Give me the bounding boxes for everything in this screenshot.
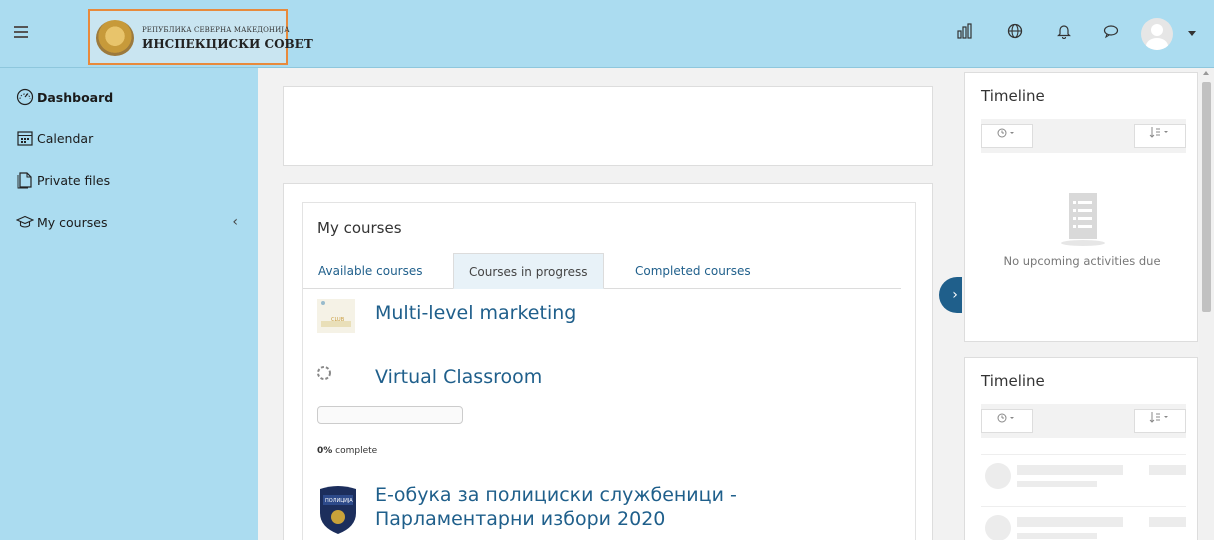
svg-text:ПОЛИЦИЈА: ПОЛИЦИЈА [325, 498, 353, 504]
dashboard-icon [16, 88, 34, 106]
empty-card [283, 86, 933, 166]
placeholder-line [1017, 465, 1123, 475]
graduation-cap-icon [15, 213, 35, 231]
course-link[interactable]: Virtual Classroom [375, 365, 542, 389]
scroll-up-icon[interactable] [1203, 71, 1209, 75]
placeholder-line [1017, 533, 1097, 539]
svg-text:CLUB: CLUB [331, 317, 345, 323]
placeholder-row [981, 506, 1186, 540]
site-logo[interactable]: РЕПУБЛИКА СЕВЕРНА МАКЕДОНИЈА ИНСПЕКЦИСКИ… [88, 9, 313, 65]
page-scrollbar[interactable] [1199, 68, 1214, 540]
progress-text: 0% complete [317, 446, 377, 456]
calendar-icon [16, 129, 34, 147]
sidebar-item-dashboard[interactable]: Dashboard [16, 85, 242, 109]
caret-down-icon[interactable] [1188, 31, 1196, 36]
tab-available-courses[interactable]: Available courses [303, 253, 438, 289]
clock-filter-button[interactable] [981, 409, 1033, 433]
sidebar-item-label: My courses [37, 214, 108, 230]
menu-icon[interactable] [14, 26, 28, 38]
placeholder-line [1017, 517, 1123, 527]
empty-list-icon [1051, 191, 1115, 247]
placeholder-row [981, 454, 1186, 494]
chevron-left-icon[interactable]: ‹ [232, 214, 238, 230]
placeholder-line [1149, 465, 1186, 475]
tab-completed-courses[interactable]: Completed courses [620, 253, 766, 289]
course-item: Virtual Classroom [317, 361, 897, 395]
user-avatar[interactable] [1141, 18, 1173, 50]
file-icon [16, 171, 34, 189]
sidebar-item-label: Private files [37, 172, 111, 188]
sort-button[interactable] [1134, 124, 1186, 148]
course-item: CLUB Multi-level marketing [317, 295, 897, 339]
progress-value: 0% [317, 446, 333, 456]
chat-icon[interactable] [1100, 23, 1122, 45]
sort-icon [1149, 412, 1168, 423]
sort-button[interactable] [1134, 409, 1186, 433]
progress-suffix: complete [332, 446, 378, 456]
top-navbar: РЕПУБЛИКА СЕВЕРНА МАКЕДОНИЈА ИНСПЕКЦИСКИ… [0, 0, 1214, 68]
progress-bar [317, 406, 463, 424]
block-title: Timeline [981, 372, 1045, 390]
timeline-block: Timeline [964, 357, 1198, 540]
sort-icon [1149, 127, 1168, 138]
placeholder-avatar [985, 463, 1011, 489]
placeholder-line [1017, 481, 1097, 487]
globe-icon[interactable] [1004, 23, 1026, 45]
clock-icon [997, 413, 1014, 423]
empty-state-text: No upcoming activities due [1003, 254, 1161, 268]
course-link[interactable]: Multi-level marketing [375, 301, 576, 325]
sidebar: Dashboard Calendar Private files My cour… [0, 68, 258, 540]
placeholder-avatar [985, 515, 1011, 540]
clock-filter-button[interactable] [981, 124, 1033, 148]
course-thumbnail[interactable]: ПОЛИЦИЈА [317, 483, 359, 535]
timeline-filter-bar [981, 119, 1186, 153]
sidebar-item-label: Calendar [37, 130, 94, 146]
course-thumbnail[interactable]: CLUB [317, 299, 355, 333]
course-thumbnail[interactable] [317, 363, 355, 397]
clock-icon [997, 128, 1014, 138]
tab-courses-in-progress[interactable]: Courses in progress [453, 253, 604, 289]
course-tabs: Available courses Courses in progress Co… [303, 253, 901, 289]
bar-chart-icon[interactable] [954, 23, 976, 45]
sidebar-item-label: Dashboard [37, 89, 114, 105]
main-region: My courses Available courses Courses in … [258, 68, 962, 540]
scroll-thumb[interactable] [1202, 82, 1211, 312]
bell-icon[interactable] [1053, 23, 1075, 45]
logo-title: ИНСПЕКЦИСКИ СОВЕТ [142, 37, 313, 51]
placeholder-line [1149, 517, 1186, 527]
course-item: ПОЛИЦИЈА Е-обука за полициски службеници… [317, 479, 897, 540]
my-courses-block: My courses Available courses Courses in … [302, 202, 916, 540]
sidebar-item-calendar[interactable]: Calendar [16, 126, 242, 150]
sidebar-item-private-files[interactable]: Private files [16, 168, 242, 192]
section-title: My courses [317, 219, 402, 237]
block-title: Timeline [981, 87, 1045, 105]
logo-subtitle: РЕПУБЛИКА СЕВЕРНА МАКЕДОНИЈА [142, 26, 290, 34]
sidebar-item-my-courses[interactable]: My courses ‹ [15, 210, 242, 234]
coat-of-arms-icon [96, 20, 134, 56]
course-link[interactable]: Е-обука за полициски службеници - Парлам… [375, 483, 895, 531]
timeline-filter-bar [981, 404, 1186, 438]
timeline-block: Timeline No upcoming activities due [964, 72, 1198, 342]
my-courses-card: My courses Available courses Courses in … [283, 183, 933, 540]
right-column: Timeline No upcoming activities due Time… [962, 68, 1214, 540]
